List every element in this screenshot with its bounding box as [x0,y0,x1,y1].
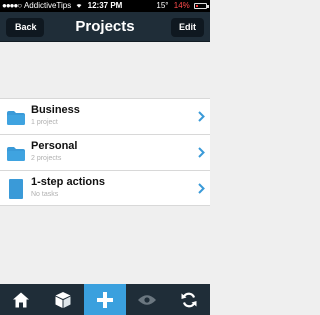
project-title: 1-step actions [31,176,105,188]
temperature: 15° [156,1,169,10]
eye-icon [138,294,156,305]
box-icon [55,291,71,308]
task-list-icon [9,179,23,199]
home-icon [13,292,29,307]
project-subtitle: 2 projects [31,155,62,162]
folder-icon [7,111,25,125]
chevron-right-icon [198,111,205,122]
status-right: 15° 14% [156,0,209,12]
project-subtitle: 1 project [31,119,58,126]
tab-sync[interactable] [168,284,210,315]
edit-button[interactable]: Edit [171,18,204,37]
project-title: Business [31,104,80,116]
chevron-right-icon [198,183,205,194]
status-bar: ●●●●○ AddictiveTips 12:37 PM 15° 14% [0,0,210,12]
tab-projects[interactable] [42,284,84,315]
projects-list: Business 1 project Personal 2 projects 1… [0,98,210,206]
plus-icon [97,291,113,308]
project-row-1-step-actions[interactable]: 1-step actions No tasks [0,170,210,206]
chevron-right-icon [198,147,205,158]
project-row-business[interactable]: Business 1 project [0,98,210,134]
project-subtitle: No tasks [31,191,59,198]
sync-icon [181,292,197,307]
tab-bar [0,284,210,315]
project-title: Personal [31,140,78,152]
tab-home[interactable] [0,284,42,315]
tab-add[interactable] [84,284,126,315]
battery-icon [194,3,209,9]
project-row-personal[interactable]: Personal 2 projects [0,134,210,170]
battery-percent: 14% [173,1,190,10]
folder-icon [7,147,25,161]
tab-review[interactable] [126,284,168,315]
navigation-bar: Back Projects Edit [0,12,210,42]
